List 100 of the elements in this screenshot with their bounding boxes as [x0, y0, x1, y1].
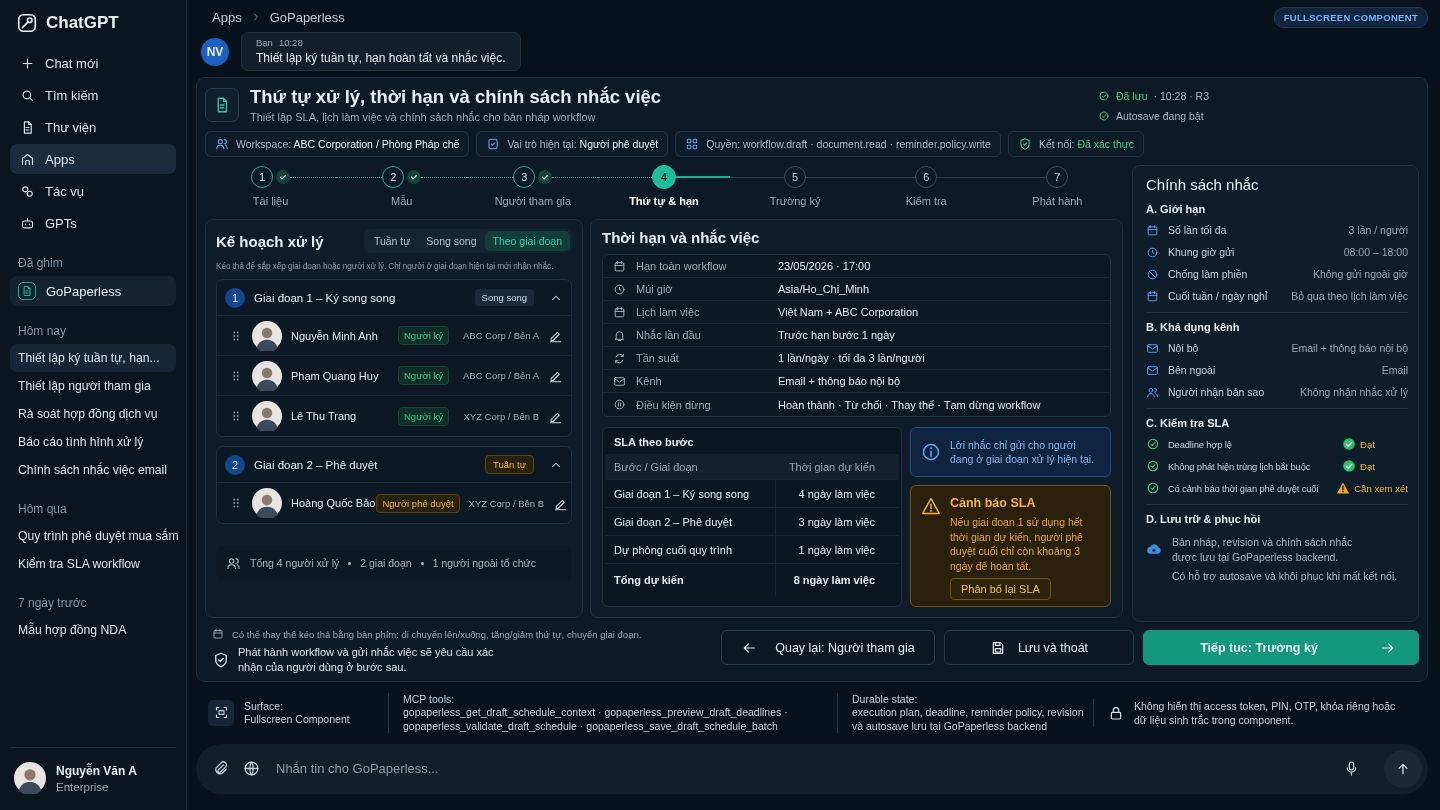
info-text: execution plan, deadline, reminder policy, revision và autosave lưu tại GoPaperless backend — [852, 704, 1085, 733]
page-subtitle: Thiết lập SLA, lịch làm việc và chính sách nhắc cho bản nháp workflow — [250, 111, 597, 123]
step-number[interactable]: 4 — [652, 165, 676, 189]
check-circle-icon — [1146, 481, 1160, 495]
chat-history-item[interactable]: Kiểm tra SLA workflow — [10, 550, 176, 578]
notice-text: Phát hành workflow và gửi nhắc việc sẽ yêu cầu xác nhận của người dùng ở bước sau. — [238, 645, 495, 675]
chip-text: Vai trò hiện tại: Người phê duyệt — [507, 138, 659, 150]
info-label: MCP tools: — [403, 692, 456, 705]
warning-icon — [1336, 481, 1351, 495]
info-text: Fullscreen Component — [244, 711, 350, 726]
setting-label: Lịch làm việc — [636, 306, 701, 318]
step-label[interactable]: Kiểm tra — [905, 195, 947, 207]
breadcrumb-link[interactable]: GoPaperless — [269, 9, 345, 25]
setting-value: Trước hạn bước 1 ngày — [778, 329, 895, 341]
brand-name: ChatGPT — [46, 13, 119, 33]
send-button[interactable] — [1384, 749, 1422, 788]
column-header: Bước / Giai đoạn — [613, 459, 699, 475]
message-composer[interactable]: Nhắn tin cho GoPaperless... — [196, 743, 1428, 794]
chat-history-item[interactable]: Rà soát hợp đồng dịch vụ — [10, 400, 176, 428]
hint-text: Có thể thay thế kéo thả bằng bàn phím: di chuyển lên/xuống, tăng/giảm thứ tự, chuyển giai đoạn. — [232, 628, 642, 640]
message-text: Thiết lập ký tuần tự, hạn hoàn tất và nhắc việc. — [256, 51, 506, 65]
setting-label: Kênh — [636, 375, 663, 387]
globe-icon[interactable] — [243, 760, 260, 778]
bot-icon — [20, 215, 35, 231]
refresh-icon — [613, 351, 626, 365]
grid-icon — [685, 137, 700, 151]
section-heading: Hôm qua — [17, 501, 68, 518]
mode-tag: Tuần tự — [485, 455, 534, 474]
step-label[interactable]: Trường ký — [769, 195, 821, 207]
setting-label: Nhắc lần đầu — [636, 329, 702, 341]
reallocate-button[interactable]: Phân bổ lại SLA — [950, 577, 1051, 600]
chat-history-item[interactable]: Quy trình phê duyệt mua sắm — [10, 522, 176, 550]
setting-value: 23/05/2026 · 17:00 — [778, 260, 871, 272]
mode-tab[interactable]: Theo giai đoạn — [484, 231, 570, 251]
policy-label: Bên ngoài — [1168, 364, 1217, 376]
step-label[interactable]: Phát hành — [1032, 195, 1083, 207]
plus-icon — [20, 55, 35, 71]
nav-item[interactable]: Tìm kiếm — [10, 80, 176, 110]
check-label: Không phát hiện trùng lịch bắt buộc — [1168, 460, 1312, 472]
panel-title: Thời hạn và nhắc việc — [602, 229, 761, 246]
info-text: gopaperless_get_draft_schedule_context · gopaperless_preview_draft_deadlines · gopaperless_validate_draft_schedule · gopaperless_save_draft_schedule_batch — [403, 704, 789, 733]
cloud-icon — [1146, 541, 1162, 557]
nav-item[interactable]: Chat mới — [10, 48, 176, 78]
table-cell-text: Tổng dự kiến — [613, 573, 685, 589]
chat-history-item[interactable]: Mẫu hợp đồng NDA — [10, 616, 176, 644]
pinned-app[interactable]: GoPaperless — [10, 276, 176, 306]
setting-value: Việt Nam + ABC Corporation — [778, 306, 919, 318]
message-input[interactable]: Nhắn tin cho GoPaperless... — [274, 760, 1329, 778]
step-label[interactable]: Người tham gia — [494, 195, 571, 207]
users-icon — [226, 555, 241, 571]
nav-item[interactable]: Tác vụ — [10, 176, 176, 206]
note-text: Bản nháp, revision và chính sách nhắc được lưu tại GoPaperless backend. — [1172, 535, 1354, 565]
mode-tab[interactable]: Song song — [418, 231, 485, 251]
setting-label: Múi giờ — [636, 283, 674, 295]
status-text: Autosave đang bật — [1116, 110, 1204, 122]
chat-history-item[interactable]: Báo cáo tình hình xử lý — [10, 428, 176, 456]
back-button[interactable]: Quay lại: Người tham gia — [721, 630, 935, 665]
policy-label: Chống làm phiền — [1168, 268, 1249, 280]
mode-tab[interactable]: Tuần tự — [365, 231, 419, 251]
check-circle-icon — [1146, 437, 1160, 451]
check-circle-icon — [1098, 110, 1110, 122]
stage-number: 1 — [225, 287, 245, 308]
shield-icon — [212, 650, 230, 669]
info-label: Surface: — [244, 699, 285, 712]
role-tag: Người ký — [398, 366, 449, 385]
check-badge-icon — [1342, 437, 1356, 451]
avatar — [252, 488, 282, 518]
table-cell: 4 ngày làm việc — [775, 480, 899, 507]
stage-title: Giai đoạn 2 – Phê duyệt — [254, 458, 379, 471]
info-text: Lời nhắc chỉ gửi cho người đang ở giai đoạn xử lý hiện tại. — [950, 437, 1096, 467]
step-label[interactable]: Tài liệu — [252, 195, 289, 207]
table-cell-text: Giai đoạn 2 – Phê duyệt — [613, 514, 734, 530]
chat-history-item[interactable]: Chính sách nhắc việc email — [10, 456, 176, 484]
chat-history-item[interactable]: Thiết lập người tham gia — [10, 372, 176, 400]
nav-item[interactable]: Thư viện — [10, 112, 176, 142]
step-label[interactable]: Thứ tự & hạn — [629, 195, 699, 207]
check-label: Có cảnh báo thời gian phê duyệt cuối — [1168, 482, 1320, 494]
users-icon — [1146, 385, 1159, 399]
chip-text: Workspace: ABC Corporation / Phòng Pháp chế — [236, 138, 460, 150]
person-name: Lê Thu Trang — [291, 410, 358, 422]
nav-item[interactable]: Apps — [10, 144, 176, 174]
breadcrumb-link[interactable]: Apps — [212, 9, 242, 25]
check-badge-icon — [1342, 459, 1356, 473]
paperclip-icon[interactable] — [212, 760, 229, 778]
calendar-icon — [1146, 223, 1159, 237]
check-icon — [407, 170, 422, 184]
section-heading: Hôm nay — [17, 323, 68, 340]
chat-history-item[interactable]: Thiết lập ký tuần tự, hạn... — [10, 344, 176, 372]
nav-item[interactable]: GPTs — [10, 208, 176, 238]
bell-icon — [613, 328, 626, 342]
section-heading: B. Khả dụng kênh — [1146, 321, 1241, 333]
check-result: Đạt — [1360, 438, 1376, 450]
warning-title: Cảnh báo SLA — [950, 496, 1037, 510]
clock-icon — [613, 282, 626, 296]
table-cell-text: Giai đoạn 1 – Ký song song — [613, 486, 751, 502]
save-button[interactable]: Lưu và thoát — [944, 630, 1134, 665]
step-label[interactable]: Mẫu — [391, 195, 413, 207]
policy-label: Người nhận bản sao — [1168, 386, 1266, 398]
logo-icon — [16, 12, 38, 34]
summary-text: 2 giai đoạn — [360, 557, 412, 569]
